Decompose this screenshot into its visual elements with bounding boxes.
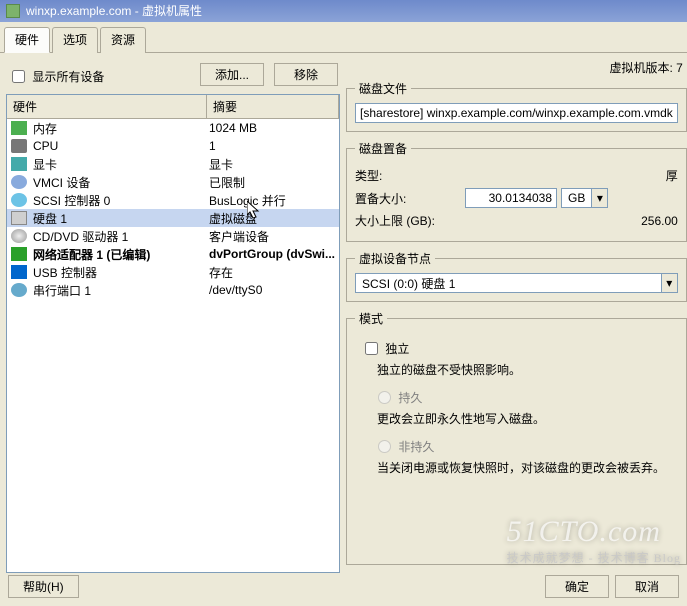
device-icon <box>11 265 27 279</box>
col-summary[interactable]: 摘要 <box>207 95 339 118</box>
device-icon <box>11 157 27 171</box>
disk-provision-group: 磁盘置备 类型: 厚 置备大小: GB ▾ 大小上限 (GB): 256.00 <box>346 140 687 242</box>
device-node-legend: 虚拟设备节点 <box>355 250 435 267</box>
max-size-value: 256.00 <box>465 214 678 228</box>
type-label: 类型: <box>355 167 465 184</box>
show-all-checkbox[interactable] <box>12 70 25 83</box>
device-summary: 存在 <box>209 264 335 281</box>
device-name: 硬盘 1 <box>33 210 209 227</box>
provisioned-size-label: 置备大小: <box>355 190 465 207</box>
device-name: 内存 <box>33 120 209 137</box>
device-row[interactable]: 显卡显卡 <box>7 155 339 173</box>
device-icon <box>11 139 27 153</box>
add-button[interactable]: 添加... <box>200 63 264 86</box>
tab-options[interactable]: 选项 <box>52 27 98 53</box>
disk-file-group: 磁盘文件 [sharestore] winxp.example.com/winx… <box>346 80 687 132</box>
device-name: 串行端口 1 <box>33 282 209 299</box>
device-row[interactable]: VMCI 设备已限制 <box>7 173 339 191</box>
provisioned-size-input[interactable] <box>465 188 557 208</box>
cancel-button[interactable]: 取消 <box>615 575 679 598</box>
col-hardware[interactable]: 硬件 <box>7 95 207 118</box>
device-name: CD/DVD 驱动器 1 <box>33 228 209 245</box>
device-row[interactable]: SCSI 控制器 0BusLogic 并行 <box>7 191 339 209</box>
device-summary: 1024 MB <box>209 121 335 135</box>
vm-version-label: 虚拟机版本: 7 <box>346 59 687 80</box>
device-list[interactable]: 硬件 摘要 内存1024 MBCPU1显卡显卡VMCI 设备已限制SCSI 控制… <box>6 94 340 573</box>
type-value: 厚 <box>465 167 678 184</box>
tab-bar: 硬件 选项 资源 <box>0 22 687 53</box>
device-icon <box>11 175 27 189</box>
device-name: VMCI 设备 <box>33 174 209 191</box>
device-icon <box>11 247 27 261</box>
device-row[interactable]: 内存1024 MB <box>7 119 339 137</box>
independent-desc: 独立的磁盘不受快照影响。 <box>377 361 678 378</box>
device-row[interactable]: 串行端口 1/dev/ttyS0 <box>7 281 339 299</box>
device-icon <box>11 229 27 243</box>
mode-group: 模式 独立 独立的磁盘不受快照影响。 持久 更改会立即永久性地写入磁盘。 非持久… <box>346 310 687 565</box>
nonpersistent-radio <box>378 440 391 453</box>
device-node-group: 虚拟设备节点 SCSI (0:0) 硬盘 1 ▾ <box>346 250 687 302</box>
device-summary: BusLogic 并行 <box>209 192 335 209</box>
title-bar: winxp.example.com - 虚拟机属性 <box>0 0 687 22</box>
remove-button[interactable]: 移除 <box>274 63 338 86</box>
device-row[interactable]: USB 控制器存在 <box>7 263 339 281</box>
device-row[interactable]: CPU1 <box>7 137 339 155</box>
device-summary: 客户端设备 <box>209 228 335 245</box>
disk-provision-legend: 磁盘置备 <box>355 140 411 157</box>
device-name: USB 控制器 <box>33 264 209 281</box>
device-summary: 虚拟磁盘 <box>209 210 335 227</box>
nonpersistent-label: 非持久 <box>398 440 434 454</box>
tab-hardware[interactable]: 硬件 <box>4 27 50 53</box>
device-name: CPU <box>33 139 209 153</box>
show-all-devices[interactable]: 显示所有设备 <box>8 65 104 85</box>
persistent-radio <box>378 391 391 404</box>
device-summary: 显卡 <box>209 156 335 173</box>
device-node-combo[interactable]: SCSI (0:0) 硬盘 1 ▾ <box>355 273 678 293</box>
device-summary: 1 <box>209 139 335 153</box>
mode-legend: 模式 <box>355 310 387 327</box>
size-unit-combo[interactable]: GB ▾ <box>561 188 608 208</box>
device-summary: dvPortGroup (dvSwi... <box>209 247 335 261</box>
list-header: 硬件 摘要 <box>7 95 339 119</box>
persistent-label: 持久 <box>398 391 422 405</box>
device-row[interactable]: 网络适配器 1 (已编辑)dvPortGroup (dvSwi... <box>7 245 339 263</box>
device-icon <box>11 283 27 297</box>
tab-resources[interactable]: 资源 <box>100 27 146 53</box>
device-icon <box>11 121 27 135</box>
chevron-down-icon: ▾ <box>591 189 607 207</box>
max-size-label: 大小上限 (GB): <box>355 212 465 229</box>
device-icon <box>11 211 27 225</box>
device-name: 显卡 <box>33 156 209 173</box>
disk-file-legend: 磁盘文件 <box>355 80 411 97</box>
app-icon <box>6 4 20 18</box>
device-icon <box>11 193 27 207</box>
device-row[interactable]: 硬盘 1虚拟磁盘 <box>7 209 339 227</box>
independent-checkbox[interactable] <box>365 342 378 355</box>
device-summary: /dev/ttyS0 <box>209 283 335 297</box>
independent-label: 独立 <box>385 342 409 356</box>
window-title: winxp.example.com - 虚拟机属性 <box>26 0 202 22</box>
persistent-desc: 更改会立即永久性地写入磁盘。 <box>377 410 678 427</box>
nonpersistent-desc: 当关闭电源或恢复快照时，对该磁盘的更改会被丢弃。 <box>377 459 678 476</box>
help-button[interactable]: 帮助(H) <box>8 575 79 598</box>
chevron-down-icon: ▾ <box>661 274 677 292</box>
disk-file-path: [sharestore] winxp.example.com/winxp.exa… <box>355 103 678 123</box>
device-name: SCSI 控制器 0 <box>33 192 209 209</box>
device-row[interactable]: CD/DVD 驱动器 1客户端设备 <box>7 227 339 245</box>
ok-button[interactable]: 确定 <box>545 575 609 598</box>
device-name: 网络适配器 1 (已编辑) <box>33 246 209 263</box>
device-summary: 已限制 <box>209 174 335 191</box>
